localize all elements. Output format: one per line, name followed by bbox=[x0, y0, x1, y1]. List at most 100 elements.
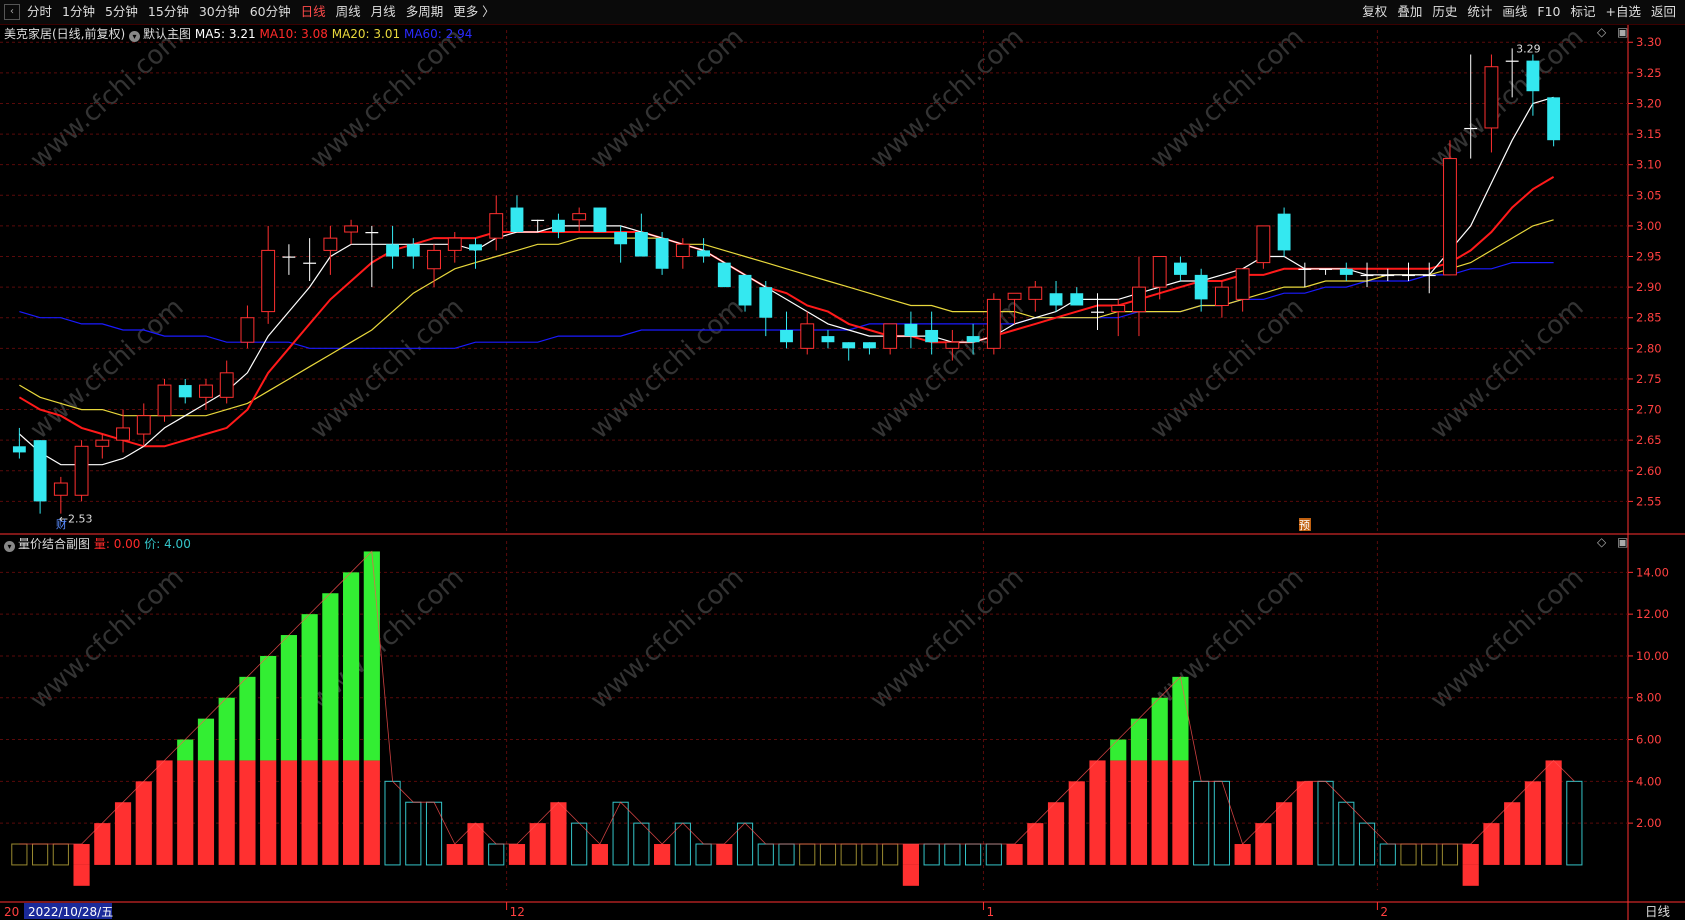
candle-body-up bbox=[344, 225, 359, 233]
main-template-label[interactable]: 默认主图 bbox=[143, 27, 191, 41]
main-y-tick-label: 2.85 bbox=[1636, 311, 1662, 325]
candle-body-down bbox=[593, 207, 607, 233]
volume-bar-red bbox=[322, 760, 339, 865]
ma10-value: MA10: 3.08 bbox=[259, 27, 328, 41]
volume-bar-red bbox=[343, 760, 360, 865]
volume-bar-red bbox=[197, 760, 215, 865]
jia-value: 价: 4.00 bbox=[144, 537, 191, 551]
main-legend: 美克家居(日线,前复权) ▾ 默认主图 MA5: 3.21 MA10: 3.08 … bbox=[4, 25, 472, 42]
period-tab-0[interactable]: 分时 bbox=[22, 0, 57, 24]
volume-bar-red bbox=[301, 760, 318, 865]
volume-bar-negative bbox=[902, 864, 919, 886]
window-icon[interactable]: ▣ bbox=[1617, 535, 1628, 549]
candle-body-down bbox=[1277, 213, 1291, 251]
candle-body-down bbox=[1298, 268, 1312, 270]
kline-chart-area[interactable]: www.cfchi.com www.cfchi.com www.cfchi.com w… bbox=[0, 0, 1685, 920]
period-tab-4[interactable]: 30分钟 bbox=[194, 0, 245, 24]
volume-bar-olive bbox=[840, 843, 857, 866]
toolbar-action-2[interactable]: 历史 bbox=[1427, 0, 1462, 24]
volume-bar-olive bbox=[861, 843, 878, 866]
period-tab-1[interactable]: 1分钟 bbox=[57, 0, 100, 24]
volume-bar-teal bbox=[1338, 801, 1355, 866]
candle-body-up bbox=[240, 317, 255, 343]
period-tab-10[interactable]: 更多 〉 bbox=[448, 0, 499, 24]
volume-bar-green bbox=[260, 655, 277, 761]
volume-bar-green bbox=[1151, 697, 1168, 761]
window-icon[interactable]: ▣ bbox=[1617, 25, 1628, 39]
volume-bar-red bbox=[177, 760, 194, 865]
volume-bar-red bbox=[218, 760, 235, 865]
volume-bar-olive bbox=[11, 843, 28, 866]
back-arrow-icon[interactable]: ‹ bbox=[4, 4, 20, 20]
candle-body-down bbox=[1526, 60, 1540, 92]
volume-bar-red bbox=[135, 781, 152, 865]
volume-bar-red bbox=[902, 844, 919, 865]
volume-bar-red bbox=[1276, 802, 1293, 865]
toolbar-action-7[interactable]: +自选 bbox=[1601, 0, 1646, 24]
period-tab-6[interactable]: 日线 bbox=[296, 0, 331, 24]
sub-y-tick-label: 12.00 bbox=[1636, 607, 1669, 621]
watermark-text: www.cfchi.com bbox=[1425, 22, 1590, 175]
volume-bar-teal bbox=[674, 822, 691, 866]
volume-bar-teal bbox=[695, 843, 712, 866]
main-y-tick-label: 2.95 bbox=[1636, 250, 1662, 264]
volume-bar-teal bbox=[736, 822, 754, 866]
sub-title[interactable]: 量价结合副图 bbox=[18, 537, 90, 551]
watermark-text: www.cfchi.com bbox=[25, 22, 190, 175]
candle-body-up bbox=[572, 213, 587, 221]
ma20-value: MA20: 3.01 bbox=[331, 27, 401, 41]
period-tab-5[interactable]: 60分钟 bbox=[245, 0, 296, 24]
period-indicator: 日线 bbox=[1645, 904, 1671, 919]
forecast-marker: 预 bbox=[1299, 519, 1310, 532]
candle-body-down bbox=[842, 342, 856, 349]
candle-body-down bbox=[406, 244, 420, 257]
month-label: 12 bbox=[510, 905, 525, 919]
candle-body-down bbox=[697, 250, 710, 257]
candle-body-up bbox=[1443, 158, 1457, 276]
candle-body-up bbox=[136, 415, 151, 435]
toolbar-action-6[interactable]: 标记 bbox=[1565, 0, 1600, 24]
toolbar-action-3[interactable]: 统计 bbox=[1462, 0, 1497, 24]
period-tab-2[interactable]: 5分钟 bbox=[100, 0, 143, 24]
volume-bar-red bbox=[1110, 760, 1127, 865]
candle-body-down bbox=[469, 244, 482, 251]
volume-bar-teal bbox=[1213, 780, 1230, 866]
period-tab-7[interactable]: 周线 bbox=[331, 0, 366, 24]
period-tab-8[interactable]: 月线 bbox=[366, 0, 401, 24]
volume-bar-red bbox=[716, 844, 733, 865]
diamond-icon[interactable]: ◇ bbox=[1597, 535, 1606, 549]
volume-bar-olive bbox=[799, 843, 816, 866]
period-tab-3[interactable]: 15分钟 bbox=[143, 0, 194, 24]
toolbar-action-8[interactable]: 返回 bbox=[1646, 0, 1681, 24]
toolbar-action-1[interactable]: 叠加 bbox=[1392, 0, 1427, 24]
volume-bar-teal bbox=[612, 801, 629, 866]
diamond-icon[interactable]: ◇ bbox=[1597, 25, 1606, 39]
toolbar-action-5[interactable]: F10 bbox=[1532, 0, 1565, 24]
volume-bar-red bbox=[239, 760, 256, 865]
volume-bar-green bbox=[239, 676, 256, 761]
dropdown-icon[interactable]: ▾ bbox=[129, 31, 141, 42]
toolbar-action-4[interactable]: 画线 bbox=[1497, 0, 1532, 24]
top-toolbar: ‹ 分时 1分钟 5分钟 15分钟 30分钟 60分钟 日线 周线 月线 多周期 更多 〉 复权 叠加… bbox=[0, 0, 1685, 25]
toolbar-actions: 复权 叠加 历史 统计 画线 F10 标记 +自选 返回 bbox=[1357, 0, 1681, 24]
candle-body-up bbox=[219, 372, 234, 398]
watermark-text: www.cfchi.com bbox=[25, 562, 190, 715]
candle-body-down bbox=[365, 232, 379, 234]
watermark-text: www.cfchi.com bbox=[865, 562, 1030, 715]
volume-bar-olive bbox=[52, 843, 69, 866]
dropdown-icon[interactable]: ▾ bbox=[4, 541, 15, 552]
volume-bar-green bbox=[218, 697, 235, 761]
candle-body-down bbox=[1070, 293, 1084, 306]
volume-bar-red bbox=[467, 823, 484, 865]
candle-body-down bbox=[1422, 274, 1436, 277]
volume-bar-red bbox=[114, 802, 132, 865]
volume-bar-teal bbox=[488, 843, 505, 866]
period-tab-9[interactable]: 多周期 bbox=[401, 0, 449, 24]
volume-bar-green bbox=[177, 739, 194, 761]
toolbar-action-0[interactable]: 复权 bbox=[1357, 0, 1392, 24]
main-y-tick-label: 2.65 bbox=[1636, 433, 1662, 447]
volume-bar-red bbox=[73, 844, 90, 865]
volume-bar-olive bbox=[1400, 843, 1417, 866]
candle-body-down bbox=[510, 207, 524, 233]
volume-bar-green bbox=[363, 551, 380, 761]
